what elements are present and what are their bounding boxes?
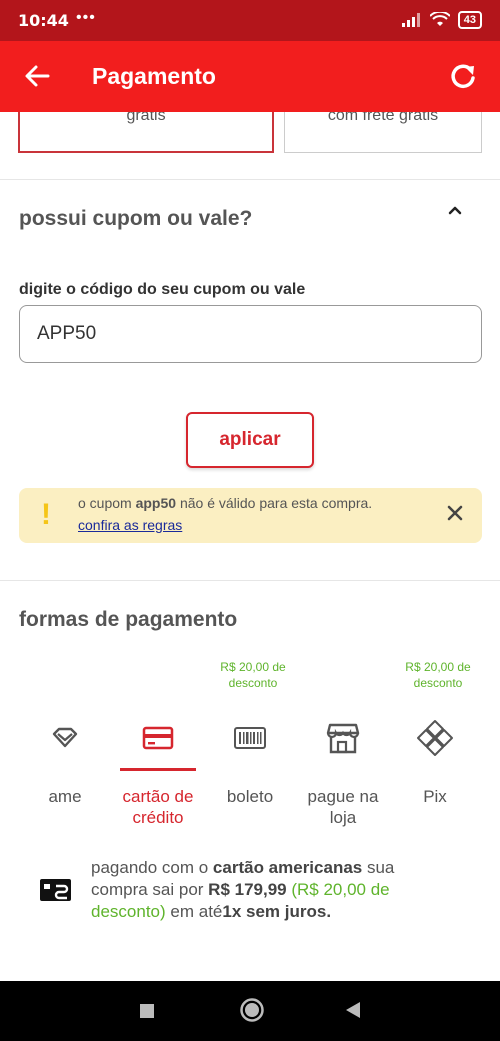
payment-method-pix[interactable]: Pix xyxy=(390,716,480,807)
close-icon[interactable] xyxy=(446,504,464,522)
payment-method-boleto[interactable]: boleto xyxy=(205,716,295,807)
boleto-discount-label: R$ 20,00 de desconto xyxy=(220,660,286,690)
payment-info-text: pagando com o cartão americanas sua comp… xyxy=(91,858,395,921)
warning-icon: ! xyxy=(41,498,51,531)
apply-coupon-button[interactable]: aplicar xyxy=(186,412,314,468)
pix-discount-label: R$ 20,00 de desconto xyxy=(405,660,471,690)
wifi-icon xyxy=(429,12,450,26)
card-icon xyxy=(40,879,71,901)
shipping-option-label: com frete grátis xyxy=(327,112,439,124)
system-nav-bar xyxy=(0,981,500,1041)
coupon-input[interactable] xyxy=(19,305,482,363)
payment-method-ame[interactable]: ame xyxy=(20,716,110,807)
divider xyxy=(0,580,500,581)
status-time: 10:44 xyxy=(18,11,69,30)
coupon-field-label: digite o código do seu cupom ou vale xyxy=(19,281,306,298)
payment-method-label: pague na loja xyxy=(307,787,379,827)
selected-tab-indicator xyxy=(120,768,196,771)
notification-dots: ••• xyxy=(76,9,96,26)
payment-section-title: formas de pagamento xyxy=(19,608,238,631)
app-bar: Pagamento xyxy=(0,41,500,112)
ame-icon xyxy=(52,727,78,748)
back-arrow-icon[interactable] xyxy=(22,61,52,91)
payment-method-store[interactable]: pague na loja xyxy=(298,716,388,828)
payment-method-label: boleto xyxy=(226,787,274,806)
coupon-error-alert: ! o cupom app50 não é válido para esta c… xyxy=(19,488,482,543)
barcode-icon xyxy=(234,727,266,749)
alert-message: o cupom app50 não é válido para esta com… xyxy=(78,495,373,511)
payment-method-label: Pix xyxy=(423,787,447,806)
credit-card-icon xyxy=(142,726,174,750)
back-triangle-icon[interactable] xyxy=(345,1001,361,1019)
home-icon[interactable] xyxy=(239,997,265,1023)
payment-method-label: ame xyxy=(48,787,82,806)
refresh-icon[interactable] xyxy=(448,61,480,93)
page-title: Pagamento xyxy=(92,63,216,89)
pix-icon xyxy=(417,720,453,756)
shipping-option-label: grátis xyxy=(126,112,166,124)
signal-icon xyxy=(401,13,420,27)
divider xyxy=(0,179,500,180)
coupon-section-title: possui cupom ou vale? xyxy=(19,207,253,230)
status-icons: 43 xyxy=(401,11,482,29)
payment-method-label: cartão de crédito xyxy=(122,787,194,827)
recent-apps-icon[interactable] xyxy=(139,1003,155,1019)
status-bar: 10:44 ••• 43 xyxy=(0,0,500,41)
rules-link[interactable]: confira as regras xyxy=(78,517,182,533)
shipping-option-free-shipping[interactable]: com frete grátis xyxy=(284,112,482,153)
chevron-up-icon[interactable] xyxy=(445,202,465,218)
shipping-option-free[interactable]: grátis xyxy=(18,112,274,153)
payment-method-credit-card[interactable]: cartão de crédito xyxy=(113,716,203,828)
store-icon xyxy=(326,723,360,754)
battery-icon: 43 xyxy=(457,11,482,29)
coupon-code: app50 xyxy=(135,495,177,511)
